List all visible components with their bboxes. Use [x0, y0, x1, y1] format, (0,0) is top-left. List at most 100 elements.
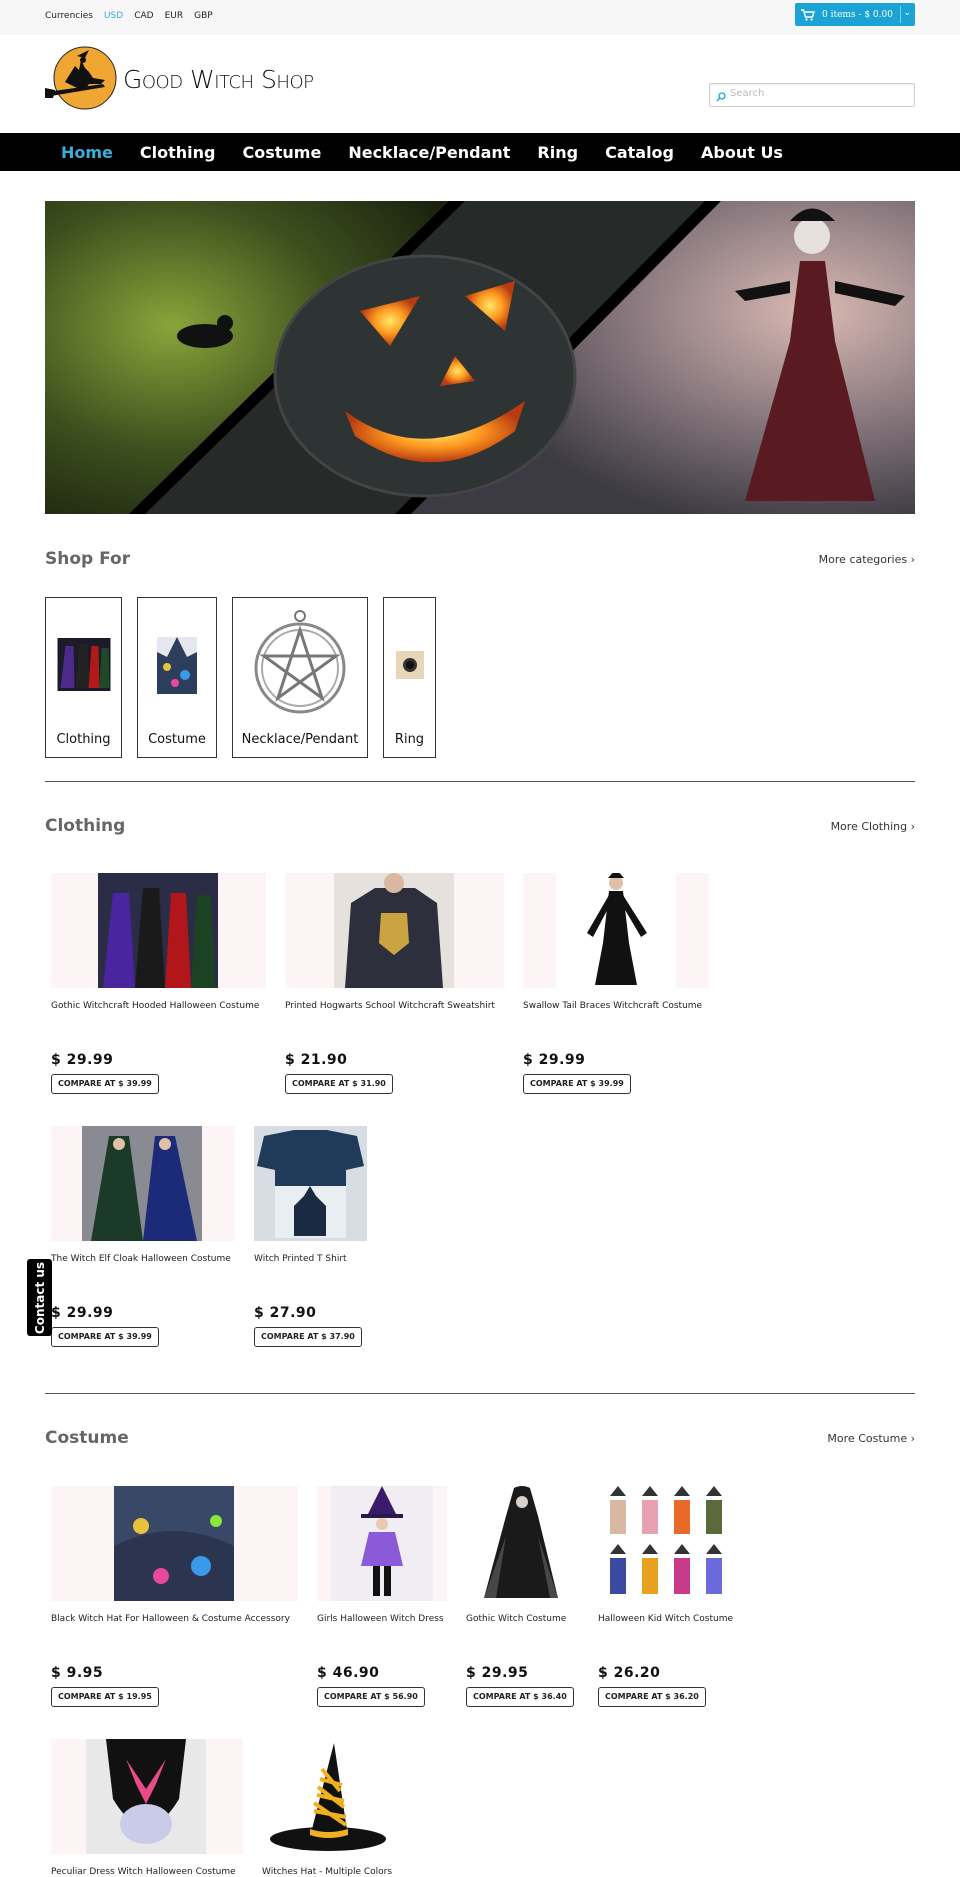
category-clothing[interactable]: Clothing [45, 597, 122, 758]
category-label: Ring [394, 732, 425, 747]
currency-gbp[interactable]: GBP [194, 11, 213, 21]
product-card[interactable]: Black Witch Hat For Halloween & Costume … [51, 1486, 298, 1707]
site-logo[interactable]: Good Witch Shop [45, 44, 314, 112]
product-image[interactable] [598, 1486, 738, 1601]
witch-hat-accessory-image [114, 1486, 234, 1601]
product-image[interactable] [51, 1739, 243, 1854]
product-name[interactable]: Black Witch Hat For Halloween & Costume … [51, 1614, 290, 1624]
product-image[interactable] [51, 1126, 235, 1241]
hogwarts-sweatshirt-image [334, 873, 454, 988]
cart-icon [801, 8, 815, 21]
product-image[interactable] [262, 1739, 395, 1854]
product-name[interactable]: The Witch Elf Cloak Halloween Costume [51, 1254, 231, 1264]
elf-cloak-image [82, 1126, 202, 1241]
section-divider [45, 781, 915, 782]
product-name[interactable]: Girls Halloween Witch Dress [317, 1614, 444, 1624]
witches-hat-image [270, 1743, 386, 1851]
witch-tshirt-image [254, 1126, 367, 1241]
product-card[interactable]: Printed Hogwarts School Witchcraft Sweat… [285, 873, 505, 1094]
gothic-witch-costume-image [484, 1486, 558, 1598]
pentacle-pendant-image [254, 610, 346, 714]
category-ring[interactable]: Ring [383, 597, 436, 758]
nav-item-home[interactable]: Home [61, 143, 113, 162]
compare-at-price: COMPARE AT $ 37.90 [254, 1327, 362, 1347]
product-image[interactable] [466, 1486, 579, 1601]
kid-witch-costume-image [610, 1486, 722, 1594]
product-price: $ 9.95 [51, 1665, 104, 1681]
product-image[interactable] [285, 873, 504, 988]
product-name[interactable]: Printed Hogwarts School Witchcraft Sweat… [285, 1001, 495, 1011]
category-necklace-pendant[interactable]: Necklace/Pendant [232, 597, 368, 758]
product-card[interactable]: Swallow Tail Braces Witchcraft Costume $… [523, 873, 709, 1094]
hero-banner[interactable] [45, 201, 915, 514]
nav-item-clothing[interactable]: Clothing [140, 143, 216, 162]
product-name[interactable]: Gothic Witchcraft Hooded Halloween Costu… [51, 1001, 259, 1011]
search-box[interactable] [709, 83, 915, 107]
category-costume[interactable]: Costume [137, 597, 217, 758]
currency-cad[interactable]: CAD [134, 11, 153, 21]
compare-at-price: COMPARE AT $ 39.99 [523, 1074, 631, 1094]
product-card[interactable]: Peculiar Dress Witch Halloween Costume [51, 1739, 243, 1877]
compare-at-price: COMPARE AT $ 36.20 [598, 1687, 706, 1707]
nav-item-about-us[interactable]: About Us [701, 143, 783, 162]
product-name[interactable]: Witches Hat - Multiple Colors [262, 1867, 392, 1877]
product-name[interactable]: Peculiar Dress Witch Halloween Costume [51, 1867, 236, 1877]
cart-divider [900, 6, 901, 23]
chevron-down-icon[interactable]: ⌄ [903, 8, 911, 18]
product-card[interactable]: The Witch Elf Cloak Halloween Costume $ … [51, 1126, 235, 1347]
product-price: $ 21.90 [285, 1052, 348, 1068]
top-bar: Currencies USD CAD EUR GBP 0 items - $ 0… [0, 0, 960, 34]
girls-witch-dress-image [331, 1486, 433, 1601]
category-label: Costume [148, 732, 206, 747]
product-image[interactable] [523, 873, 709, 988]
nav-item-necklace-pendant[interactable]: Necklace/Pendant [348, 143, 510, 162]
product-card[interactable]: Witches Hat - Multiple Colors [262, 1739, 395, 1877]
category-label: Clothing [56, 732, 111, 747]
product-price: $ 27.90 [254, 1305, 317, 1321]
product-name[interactable]: Gothic Witch Costume [466, 1614, 566, 1624]
swallow-tail-costume-image [556, 873, 676, 988]
currency-usd[interactable]: USD [104, 11, 123, 21]
product-price: $ 26.20 [598, 1665, 661, 1681]
cart-button[interactable]: 0 items - $ 0.00 ⌄ [795, 3, 915, 26]
currency-eur[interactable]: EUR [165, 11, 184, 21]
clothing-category-image [57, 638, 110, 691]
product-card[interactable]: Halloween Kid Witch Costume $ 26.20 COMP… [598, 1486, 738, 1707]
more-clothing-link[interactable]: More Clothing › [831, 820, 915, 833]
costume-category-image [157, 637, 197, 694]
product-image[interactable] [317, 1486, 447, 1601]
compare-at-price: COMPARE AT $ 36.40 [466, 1687, 574, 1707]
search-input[interactable] [730, 87, 900, 99]
site-header: Good Witch Shop [0, 34, 960, 133]
product-card[interactable]: Girls Halloween Witch Dress $ 46.90 COMP… [317, 1486, 447, 1707]
contact-us-tab[interactable]: Contact us [27, 1259, 52, 1336]
product-price: $ 46.90 [317, 1665, 380, 1681]
nav-item-ring[interactable]: Ring [537, 143, 578, 162]
product-price: $ 29.95 [466, 1665, 529, 1681]
logo-text: Good Witch Shop [123, 64, 314, 94]
section-divider [45, 1393, 915, 1394]
product-image[interactable] [51, 873, 266, 988]
product-image[interactable] [51, 1486, 298, 1601]
more-costume-link[interactable]: More Costume › [827, 1432, 915, 1445]
product-card[interactable]: Gothic Witch Costume $ 29.95 COMPARE AT … [466, 1486, 579, 1707]
nav-item-costume[interactable]: Costume [243, 143, 322, 162]
contact-us-label: Contact us [32, 1261, 47, 1334]
product-name[interactable]: Halloween Kid Witch Costume [598, 1614, 733, 1624]
cart-summary: 0 items - $ 0.00 [822, 9, 893, 20]
currency-selector: Currencies USD CAD EUR GBP [45, 11, 213, 21]
product-name[interactable]: Swallow Tail Braces Witchcraft Costume [523, 1001, 702, 1011]
product-image[interactable] [254, 1126, 367, 1241]
product-price: $ 29.99 [523, 1052, 586, 1068]
ring-category-image [395, 651, 424, 679]
product-price: $ 29.99 [51, 1305, 114, 1321]
nav-item-catalog[interactable]: Catalog [605, 143, 674, 162]
hero-image [45, 201, 915, 514]
category-label: Necklace/Pendant [241, 732, 359, 747]
peculiar-dress-image [86, 1739, 206, 1854]
more-categories-link[interactable]: More categories › [819, 553, 915, 566]
product-name[interactable]: Witch Printed T Shirt [254, 1254, 347, 1264]
compare-at-price: COMPARE AT $ 39.99 [51, 1327, 159, 1347]
product-card[interactable]: Gothic Witchcraft Hooded Halloween Costu… [51, 873, 266, 1094]
product-card[interactable]: Witch Printed T Shirt $ 27.90 COMPARE AT… [254, 1126, 367, 1347]
